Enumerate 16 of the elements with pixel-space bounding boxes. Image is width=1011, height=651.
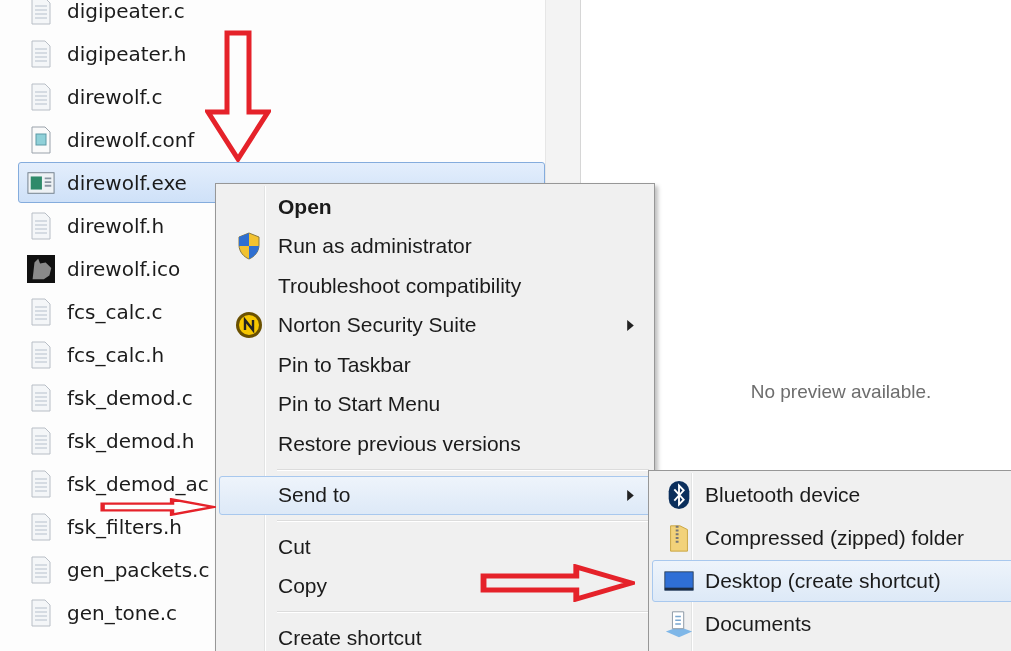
file-name: gen_tone.c xyxy=(67,600,178,625)
file-name: fsk_demod_ac xyxy=(67,471,209,496)
file-name: direwolf.h xyxy=(67,213,165,238)
file-name: fcs_calc.c xyxy=(67,299,163,324)
file-name: gen_packets.c xyxy=(67,557,210,582)
file-name: fsk_filters.h xyxy=(67,514,183,539)
file-name: direwolf.conf xyxy=(67,127,195,152)
preview-message: No preview available. xyxy=(750,381,932,403)
file-name: digipeater.c xyxy=(67,0,185,23)
file-name: direwolf.exe xyxy=(67,170,187,195)
file-name: fcs_calc.h xyxy=(67,342,165,367)
file-name: direwolf.ico xyxy=(67,256,181,281)
file-name: digipeater.h xyxy=(67,41,187,66)
file-name: fsk_demod.c xyxy=(67,385,193,410)
file-name: direwolf.c xyxy=(67,84,163,109)
file-name: fsk_demod.h xyxy=(67,428,195,453)
